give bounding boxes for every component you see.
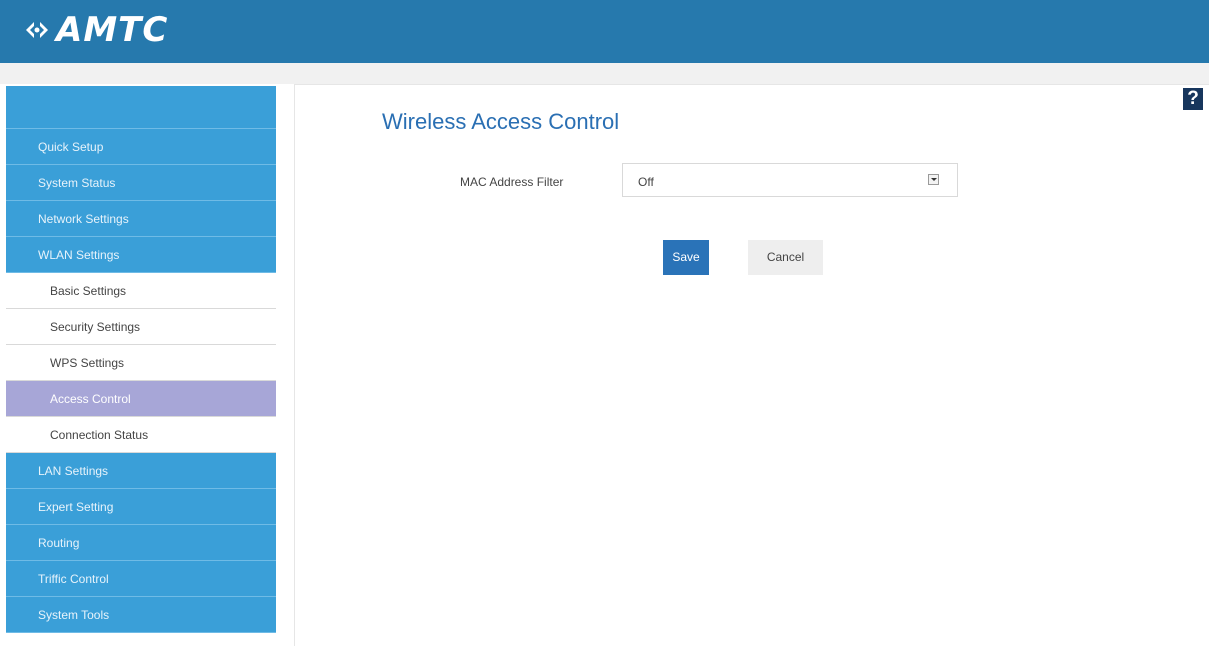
sidebar-nav: Quick Setup System Status Network Settin… [6,86,276,646]
wifi-logo-icon [26,22,48,38]
sidebar-item-wps-settings[interactable]: WPS Settings [6,345,276,381]
sidebar-item-access-control[interactable]: Access Control [6,381,276,417]
sidebar-item-connection-status[interactable]: Connection Status [6,417,276,453]
sidebar-item-lan-settings[interactable]: LAN Settings [6,453,276,489]
sidebar-item-system-status[interactable]: System Status [6,165,276,201]
sidebar-item-routing[interactable]: Routing [6,525,276,561]
mac-filter-label: MAC Address Filter [460,175,564,189]
save-button[interactable]: Save [663,240,709,275]
sidebar-item-network-settings[interactable]: Network Settings [6,201,276,237]
help-icon[interactable]: ? [1183,88,1203,110]
brand-name: AMTC [56,10,169,50]
mac-filter-value: Off [638,175,654,189]
sidebar-item-traffic-control[interactable]: Triffic Control [6,561,276,597]
sidebar-item-basic-settings[interactable]: Basic Settings [6,273,276,309]
brand-logo: AMTC [22,8,168,52]
header-bar: AMTC [0,0,1209,63]
header-spacer [0,63,1209,84]
main-panel: ? Wireless Access Control MAC Address Fi… [294,84,1209,646]
page-title: Wireless Access Control [382,109,620,134]
sidebar-item-security-settings[interactable]: Security Settings [6,309,276,345]
dropdown-arrow-icon[interactable] [928,174,939,185]
sidebar-header [6,86,276,129]
mac-filter-select[interactable]: Off [622,163,958,197]
sidebar-item-wlan-settings[interactable]: WLAN Settings [6,237,276,273]
cancel-button[interactable]: Cancel [748,240,823,275]
sidebar-item-expert-setting[interactable]: Expert Setting [6,489,276,525]
sidebar-item-quick-setup[interactable]: Quick Setup [6,129,276,165]
sidebar-item-system-tools[interactable]: System Tools [6,597,276,633]
